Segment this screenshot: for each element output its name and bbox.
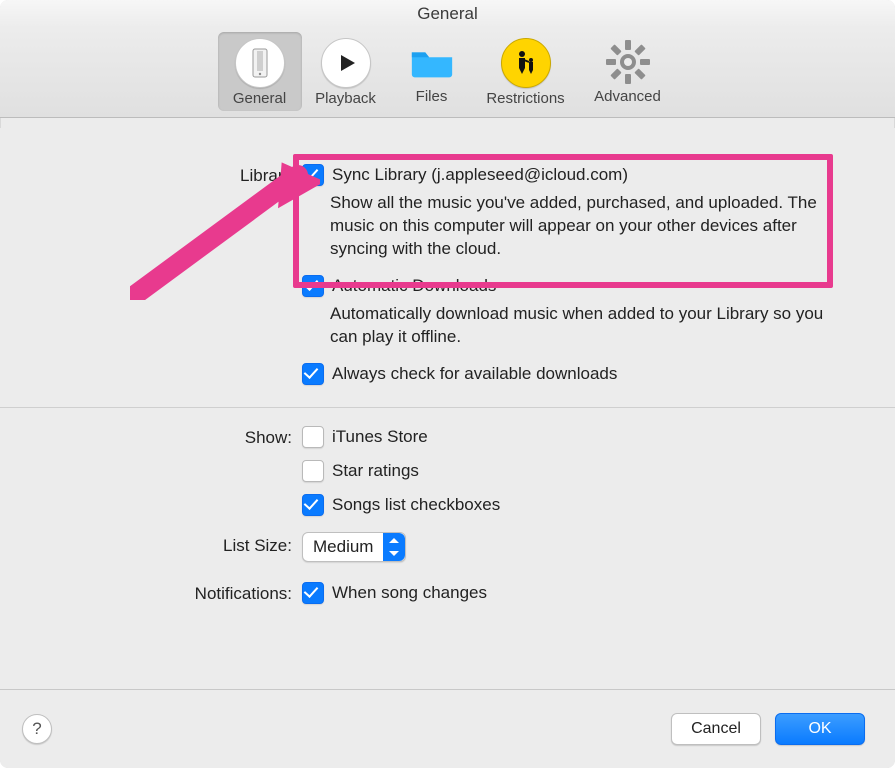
tab-general[interactable]: General — [218, 32, 302, 111]
files-icon — [408, 38, 456, 86]
playback-icon — [321, 38, 371, 88]
sync-library-description: Show all the music you've added, purchas… — [330, 192, 828, 261]
tab-playback[interactable]: Playback — [304, 32, 388, 111]
help-button[interactable]: ? — [22, 714, 52, 744]
select-stepper-icon — [383, 533, 405, 561]
tab-restrictions[interactable]: Restrictions — [476, 32, 576, 111]
preferences-pane: Library Sync Library (j.appleseed@icloud… — [0, 128, 895, 690]
song-changes-checkbox[interactable] — [302, 582, 324, 604]
tab-advanced[interactable]: Advanced — [578, 32, 678, 109]
always-check-downloads-label: Always check for available downloads — [332, 363, 617, 385]
tab-advanced-label: Advanced — [580, 88, 676, 105]
automatic-downloads-label: Automatic Downloads — [332, 275, 496, 297]
sync-library-checkbox[interactable] — [302, 164, 324, 186]
general-icon — [235, 38, 285, 88]
itunes-store-label: iTunes Store — [332, 426, 428, 448]
list-size-label: List Size: — [0, 532, 302, 556]
ok-button[interactable]: OK — [775, 713, 865, 745]
divider — [0, 407, 895, 408]
always-check-downloads-checkbox[interactable] — [302, 363, 324, 385]
advanced-icon — [604, 38, 652, 86]
list-size-value: Medium — [313, 537, 383, 557]
tab-general-label: General — [220, 90, 300, 107]
preferences-toolbar: General Playback Files — [0, 28, 895, 118]
show-section-label: Show: — [0, 426, 302, 448]
button-bar: ? Cancel OK — [0, 689, 895, 768]
songs-list-checkboxes-label: Songs list checkboxes — [332, 494, 500, 516]
cancel-button[interactable]: Cancel — [671, 713, 761, 745]
tab-files[interactable]: Files — [390, 32, 474, 109]
automatic-downloads-description: Automatically download music when added … — [330, 303, 828, 349]
tab-restrictions-label: Restrictions — [478, 90, 574, 107]
songs-list-checkboxes-checkbox[interactable] — [302, 494, 324, 516]
sync-library-label: Sync Library (j.appleseed@icloud.com) — [332, 164, 628, 186]
list-size-select[interactable]: Medium — [302, 532, 406, 562]
notifications-section-label: Notifications: — [0, 582, 302, 604]
star-ratings-label: Star ratings — [332, 460, 419, 482]
restrictions-icon — [501, 38, 551, 88]
window-title: General — [0, 0, 895, 28]
tab-files-label: Files — [392, 88, 472, 105]
preferences-window: General General Playback — [0, 0, 895, 768]
library-section-label: Library — [0, 164, 302, 186]
star-ratings-checkbox[interactable] — [302, 460, 324, 482]
itunes-store-checkbox[interactable] — [302, 426, 324, 448]
song-changes-label: When song changes — [332, 582, 487, 604]
automatic-downloads-checkbox[interactable] — [302, 275, 324, 297]
tab-playback-label: Playback — [306, 90, 386, 107]
